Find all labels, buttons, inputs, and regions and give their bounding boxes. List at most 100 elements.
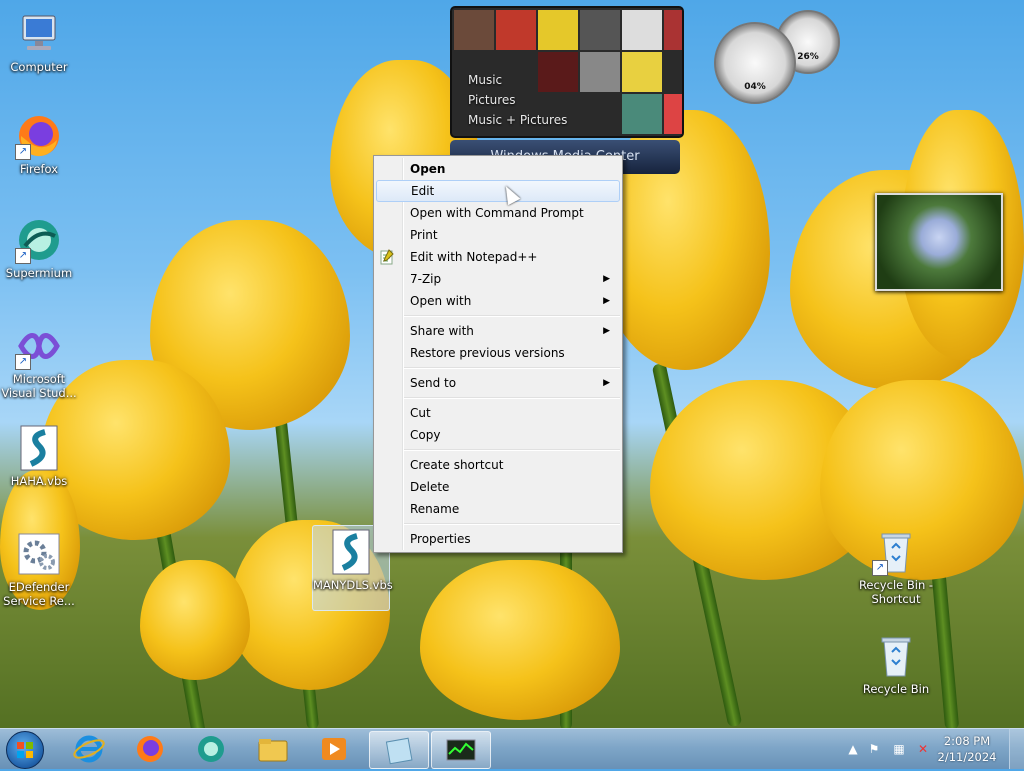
settings-gears-icon [15, 530, 63, 578]
desktop-icon-computer[interactable]: Computer [0, 10, 78, 74]
menu-item-open-with[interactable]: Open with ▶ [376, 290, 620, 312]
menu-item-label: Send to [410, 376, 457, 390]
notepadpp-icon [379, 249, 395, 265]
menu-item-label: Edit [411, 184, 435, 198]
media-item-music-pictures[interactable]: Music + Pictures [468, 110, 567, 130]
desktop-icon-label: Microsoft Visual Stud... [1, 372, 77, 400]
recycle-bin-icon [872, 632, 920, 680]
desktop-icon-supermium[interactable]: ↗ Supermium [0, 216, 78, 280]
submenu-arrow-icon: ▶ [603, 296, 610, 306]
desktop-icon-visual-studio[interactable]: ↗ Microsoft Visual Stud... [0, 322, 78, 400]
firefox-icon [137, 736, 163, 762]
internet-explorer-icon [73, 735, 105, 763]
media-item-pictures[interactable]: Pictures [468, 90, 567, 110]
menu-item-properties[interactable]: Properties [376, 528, 620, 550]
taskbar-internet-explorer[interactable] [60, 731, 118, 767]
desktop-icon-label: Firefox [19, 162, 59, 176]
windows-logo-icon [17, 742, 33, 758]
start-button[interactable] [6, 731, 44, 769]
desktop-icon-haha-vbs[interactable]: HAHA.vbs [0, 424, 78, 488]
taskbar: ▲ ⚑ ▦ ✕ 2:08 PM 2/11/2024 [0, 728, 1024, 769]
menu-separator [404, 367, 620, 369]
desktop-icon-recycle-bin-shortcut[interactable]: ↗ Recycle Bin - Shortcut [857, 528, 935, 606]
shortcut-arrow-icon: ↗ [15, 354, 31, 370]
menu-separator [404, 523, 620, 525]
taskbar-supermium[interactable] [182, 731, 240, 767]
menu-item-label: Rename [410, 502, 460, 516]
media-center-gadget[interactable]: Music Pictures Music + Pictures Windows … [450, 6, 684, 174]
slideshow-gadget[interactable] [875, 193, 1003, 291]
menu-item-create-shortcut[interactable]: Create shortcut [376, 454, 620, 476]
taskbar-task-manager[interactable] [431, 731, 491, 769]
menu-item-label: Cut [410, 406, 431, 420]
vbs-script-icon [15, 424, 63, 472]
task-manager-icon [446, 739, 476, 761]
menu-item-label: Print [410, 228, 438, 242]
menu-item-label: Properties [410, 532, 471, 546]
menu-item-edit[interactable]: Edit [376, 180, 620, 202]
supermium-icon [198, 736, 224, 762]
menu-item-label: Open with Command Prompt [410, 206, 584, 220]
notepad-icon [385, 737, 413, 765]
submenu-arrow-icon: ▶ [603, 274, 610, 284]
menu-item-label: Restore previous versions [410, 346, 565, 360]
menu-item-open[interactable]: Open [376, 158, 620, 180]
cpu-gauge: 04% [714, 22, 796, 104]
menu-item-rename[interactable]: Rename [376, 498, 620, 520]
menu-item-notepadpp[interactable]: Edit with Notepad++ [376, 246, 620, 268]
desktop-icon-edefender[interactable]: EDefender Service Re... [0, 530, 78, 608]
taskbar-media-player[interactable] [305, 731, 363, 767]
volume-muted-icon[interactable]: ✕ [916, 742, 930, 756]
show-desktop-button[interactable] [1009, 729, 1024, 769]
cpu-value: 04% [744, 82, 766, 92]
network-icon[interactable]: ▦ [892, 742, 906, 756]
desktop-icon-label: Computer [10, 60, 68, 74]
media-player-icon [322, 738, 346, 760]
desktop-icon-label: Recycle Bin - Shortcut [858, 578, 934, 606]
desktop-icon-recycle-bin[interactable]: Recycle Bin [857, 632, 935, 696]
submenu-arrow-icon: ▶ [603, 326, 610, 336]
menu-item-send-to[interactable]: Send to ▶ [376, 372, 620, 394]
menu-item-copy[interactable]: Copy [376, 424, 620, 446]
menu-item-delete[interactable]: Delete [376, 476, 620, 498]
menu-item-cut[interactable]: Cut [376, 402, 620, 424]
shortcut-arrow-icon: ↗ [15, 144, 31, 160]
menu-separator [404, 449, 620, 451]
menu-item-open-cmd[interactable]: Open with Command Prompt [376, 202, 620, 224]
menu-item-label: Open [410, 162, 446, 176]
desktop-icon-label: HAHA.vbs [10, 474, 68, 488]
menu-item-7zip[interactable]: 7-Zip ▶ [376, 268, 620, 290]
menu-item-print[interactable]: Print [376, 224, 620, 246]
menu-item-label: Share with [410, 324, 474, 338]
shortcut-arrow-icon: ↗ [872, 560, 888, 576]
taskbar-file-explorer[interactable] [244, 731, 302, 767]
clock-date: 2/11/2024 [937, 750, 997, 764]
media-tiles: Music Pictures Music + Pictures [450, 6, 684, 138]
desktop-icon-label: Recycle Bin [862, 682, 930, 696]
clock-time: 2:08 PM [943, 734, 991, 748]
context-menu: Open Edit Open with Command Prompt Print… [373, 155, 623, 553]
submenu-arrow-icon: ▶ [603, 378, 610, 388]
firefox-icon: ↗ [15, 112, 63, 160]
taskbar-notepad[interactable] [369, 731, 429, 769]
menu-item-restore-versions[interactable]: Restore previous versions [376, 342, 620, 364]
computer-icon [15, 10, 63, 58]
menu-item-label: Open with [410, 294, 472, 308]
menu-item-label: 7-Zip [410, 272, 442, 286]
system-clock[interactable]: 2:08 PM 2/11/2024 [936, 733, 998, 765]
desktop-icon-label: EDefender Service Re... [3, 580, 75, 608]
recycle-bin-icon: ↗ [872, 528, 920, 576]
menu-item-share-with[interactable]: Share with ▶ [376, 320, 620, 342]
menu-item-label: Copy [410, 428, 441, 442]
visual-studio-icon: ↗ [15, 322, 63, 370]
desktop-icon-firefox[interactable]: ↗ Firefox [0, 112, 78, 176]
menu-separator [404, 315, 620, 317]
desktop-icon-label: Supermium [5, 266, 73, 280]
file-explorer-icon [258, 739, 288, 762]
show-hidden-icons-icon[interactable]: ▲ [846, 742, 860, 756]
taskbar-firefox[interactable] [121, 731, 179, 767]
menu-item-label: Create shortcut [410, 458, 504, 472]
action-center-flag-icon[interactable]: ⚑ [867, 742, 881, 756]
vbs-script-icon [327, 528, 375, 576]
media-item-music[interactable]: Music [468, 70, 567, 90]
